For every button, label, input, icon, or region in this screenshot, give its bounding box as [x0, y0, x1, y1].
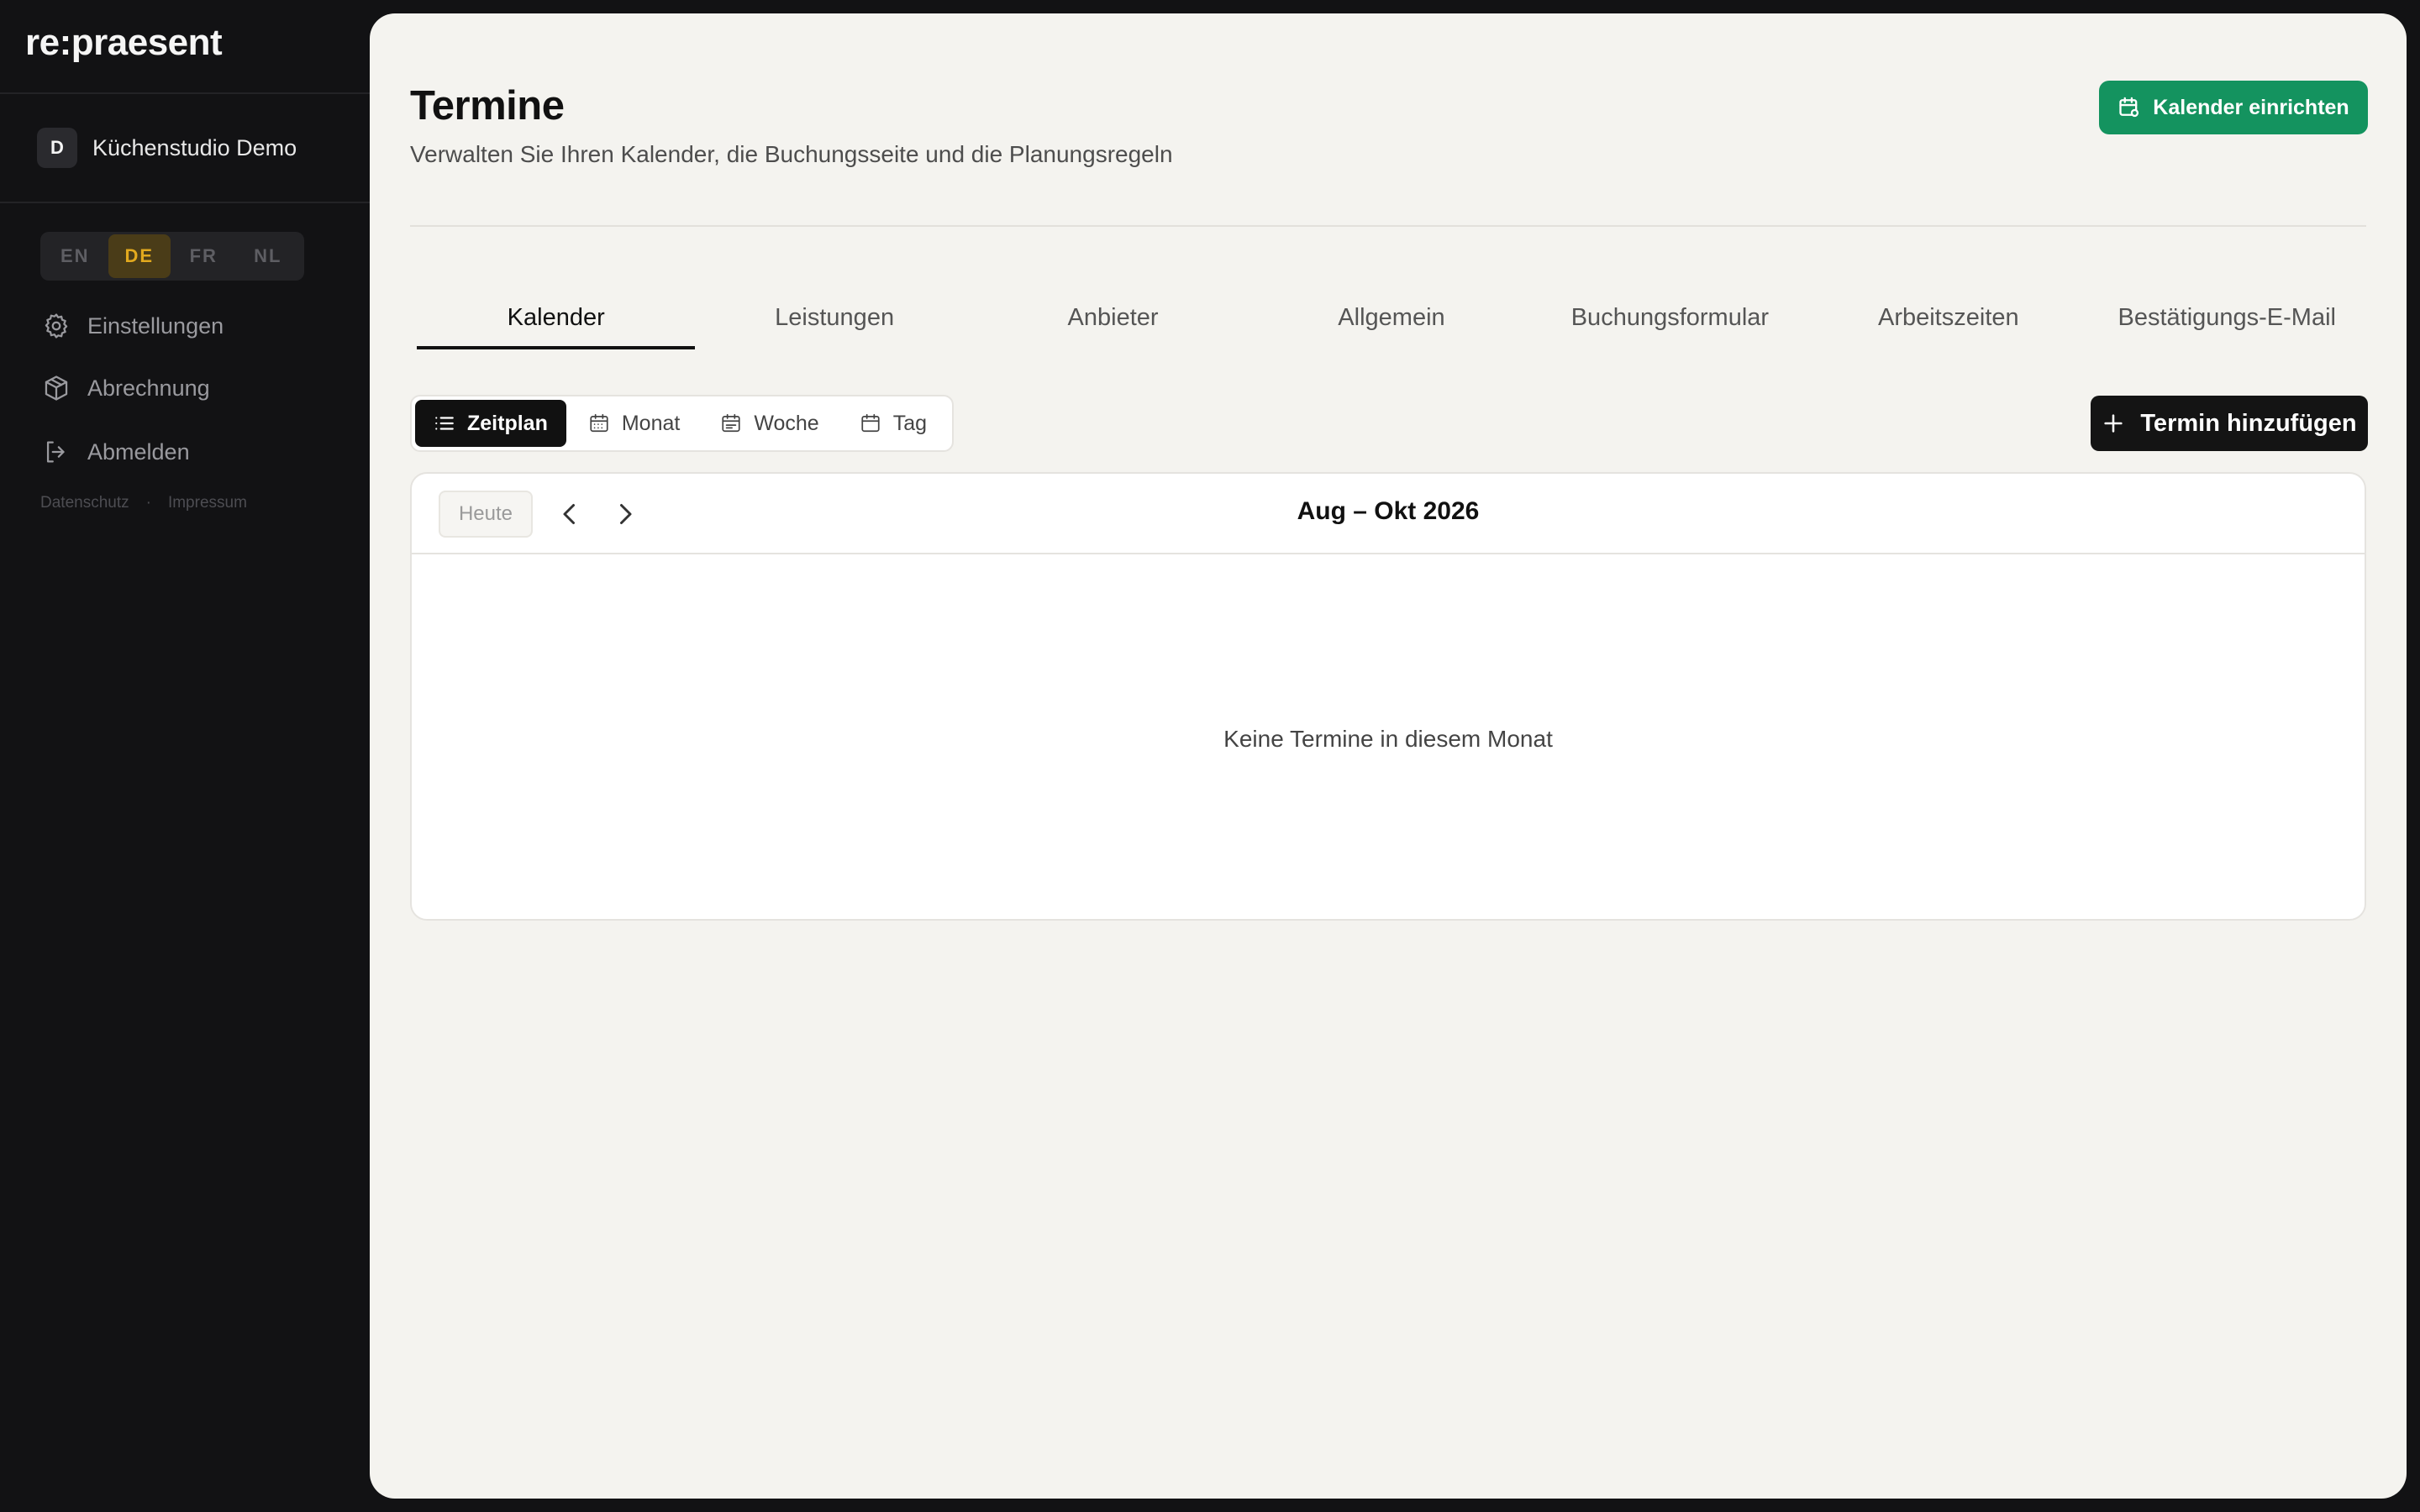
calendar-panel: Heute Aug – Okt 2026 Keine Termine in di…	[410, 472, 2366, 921]
calendar-header: Heute Aug – Okt 2026	[412, 474, 2365, 554]
list-icon	[435, 417, 454, 430]
page-title: Termine	[410, 83, 565, 129]
gear-icon	[45, 313, 68, 339]
workspace-name: Küchenstudio Demo	[92, 134, 297, 160]
tab-confirmation-email[interactable]: Bestätigungs-E-Mail	[2088, 291, 2366, 349]
view-day-label: Tag	[892, 411, 927, 435]
calendar-icon	[861, 413, 880, 433]
language-switcher: EN DE FR NL	[40, 232, 304, 281]
sidebar: re:praesent D Küchenstudio Demo EN DE FR…	[0, 0, 370, 1512]
lang-nl[interactable]: NL	[237, 234, 300, 278]
tab-calendar[interactable]: Kalender	[417, 291, 696, 349]
lang-en[interactable]: EN	[44, 234, 107, 278]
nav-logout[interactable]: Abmelden	[42, 435, 190, 469]
sidebar-divider	[0, 202, 370, 203]
tab-working-hours[interactable]: Arbeitszeiten	[1809, 291, 2087, 349]
tab-booking-form[interactable]: Buchungsformular	[1531, 291, 1809, 349]
tab-general[interactable]: Allgemein	[1252, 291, 1530, 349]
header-divider	[410, 225, 2366, 227]
view-week[interactable]: Woche	[702, 400, 837, 447]
tab-providers[interactable]: Anbieter	[974, 291, 1252, 349]
view-month-label: Monat	[621, 411, 681, 435]
logout-icon	[46, 441, 65, 463]
view-schedule-label: Zeitplan	[467, 411, 548, 435]
view-week-label: Woche	[754, 411, 819, 435]
view-switcher: Zeitplan Monat Woche Tag	[410, 395, 954, 452]
empty-state-text: Keine Termine in diesem Monat	[1223, 726, 1553, 752]
imprint-link[interactable]: Impressum	[168, 494, 247, 512]
plus-icon	[2104, 414, 2123, 433]
legal-links: Datenschutz · Impressum	[40, 494, 264, 512]
calendar-week-icon	[722, 413, 740, 433]
setup-calendar-label: Kalender einrichten	[2153, 95, 2349, 119]
app-logo[interactable]: re:praesent	[25, 22, 223, 64]
nav-settings[interactable]: Einstellungen	[42, 309, 224, 343]
setup-calendar-button[interactable]: Kalender einrichten	[2099, 81, 2368, 134]
nav-logout-label: Abmelden	[87, 438, 190, 465]
lang-fr[interactable]: FR	[172, 234, 235, 278]
add-appointment-button[interactable]: Termin hinzufügen	[2091, 396, 2368, 451]
sidebar-divider	[0, 92, 370, 94]
page-subtitle: Verwalten Sie Ihren Kalender, die Buchun…	[410, 141, 1173, 167]
workspace-switcher[interactable]: D Küchenstudio Demo	[37, 128, 297, 168]
tab-services[interactable]: Leistungen	[695, 291, 973, 349]
tab-bar: Kalender Leistungen Anbieter Allgemein B…	[417, 291, 2366, 349]
nav-billing-label: Abrechnung	[87, 375, 210, 401]
calendar-settings-icon	[2119, 97, 2139, 118]
nav-settings-label: Einstellungen	[87, 312, 224, 339]
view-month[interactable]: Monat	[570, 400, 698, 447]
view-schedule[interactable]: Zeitplan	[415, 400, 566, 447]
calendar-grid-icon	[590, 413, 608, 433]
calendar-range-title: Aug – Okt 2026	[1297, 497, 1480, 525]
workspace-avatar: D	[37, 128, 77, 168]
add-appointment-label: Termin hinzufügen	[2140, 409, 2357, 437]
package-icon	[45, 375, 68, 401]
nav-billing[interactable]: Abrechnung	[42, 371, 210, 405]
main-panel: Termine Verwalten Sie Ihren Kalender, di…	[370, 13, 2407, 1499]
view-day[interactable]: Tag	[841, 400, 945, 447]
legal-separator: ·	[145, 494, 151, 512]
privacy-link[interactable]: Datenschutz	[40, 494, 129, 512]
lang-de[interactable]: DE	[108, 234, 171, 278]
